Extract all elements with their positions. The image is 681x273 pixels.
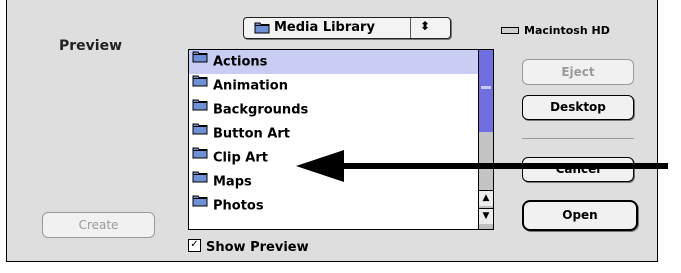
callout-arrow-icon xyxy=(296,150,668,182)
